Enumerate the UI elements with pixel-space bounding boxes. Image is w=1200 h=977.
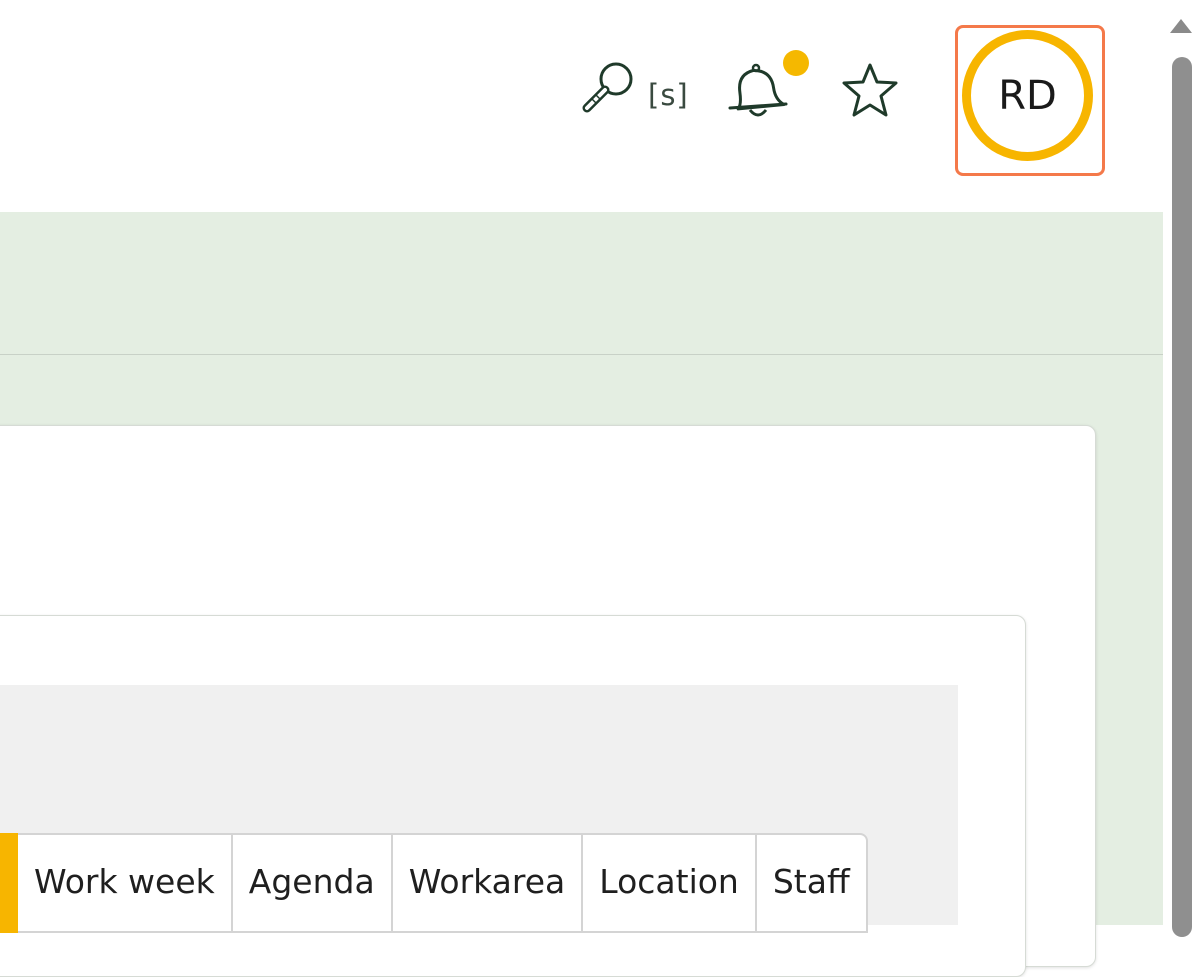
section-divider xyxy=(0,354,1163,355)
tab-staff[interactable]: Staff xyxy=(756,833,868,933)
favorites-button[interactable] xyxy=(838,60,904,122)
calendar-view-tabs: Work week Agenda Workarea Location Staff xyxy=(0,833,868,933)
active-tab-indicator[interactable] xyxy=(0,833,18,933)
top-header: [s] RD xyxy=(0,0,1163,212)
search-shortcut-hint: [s] xyxy=(648,78,689,112)
tab-agenda[interactable]: Agenda xyxy=(232,833,393,933)
vertical-scrollbar[interactable] xyxy=(1163,0,1200,937)
star-icon xyxy=(838,63,902,124)
tab-location[interactable]: Location xyxy=(583,833,757,933)
tab-work-week[interactable]: Work week xyxy=(18,833,233,933)
search-icon xyxy=(580,59,638,123)
scrollbar-thumb[interactable] xyxy=(1172,57,1192,937)
bell-icon xyxy=(722,62,794,124)
notifications-button[interactable] xyxy=(722,48,812,124)
tab-workarea[interactable]: Workarea xyxy=(392,833,584,933)
unread-notification-dot xyxy=(783,50,809,76)
user-initials: RD xyxy=(998,72,1057,119)
scroll-up-arrow-icon[interactable] xyxy=(1170,19,1192,33)
search-button[interactable]: [s] xyxy=(580,60,690,122)
user-avatar-button[interactable]: RD xyxy=(962,30,1093,161)
